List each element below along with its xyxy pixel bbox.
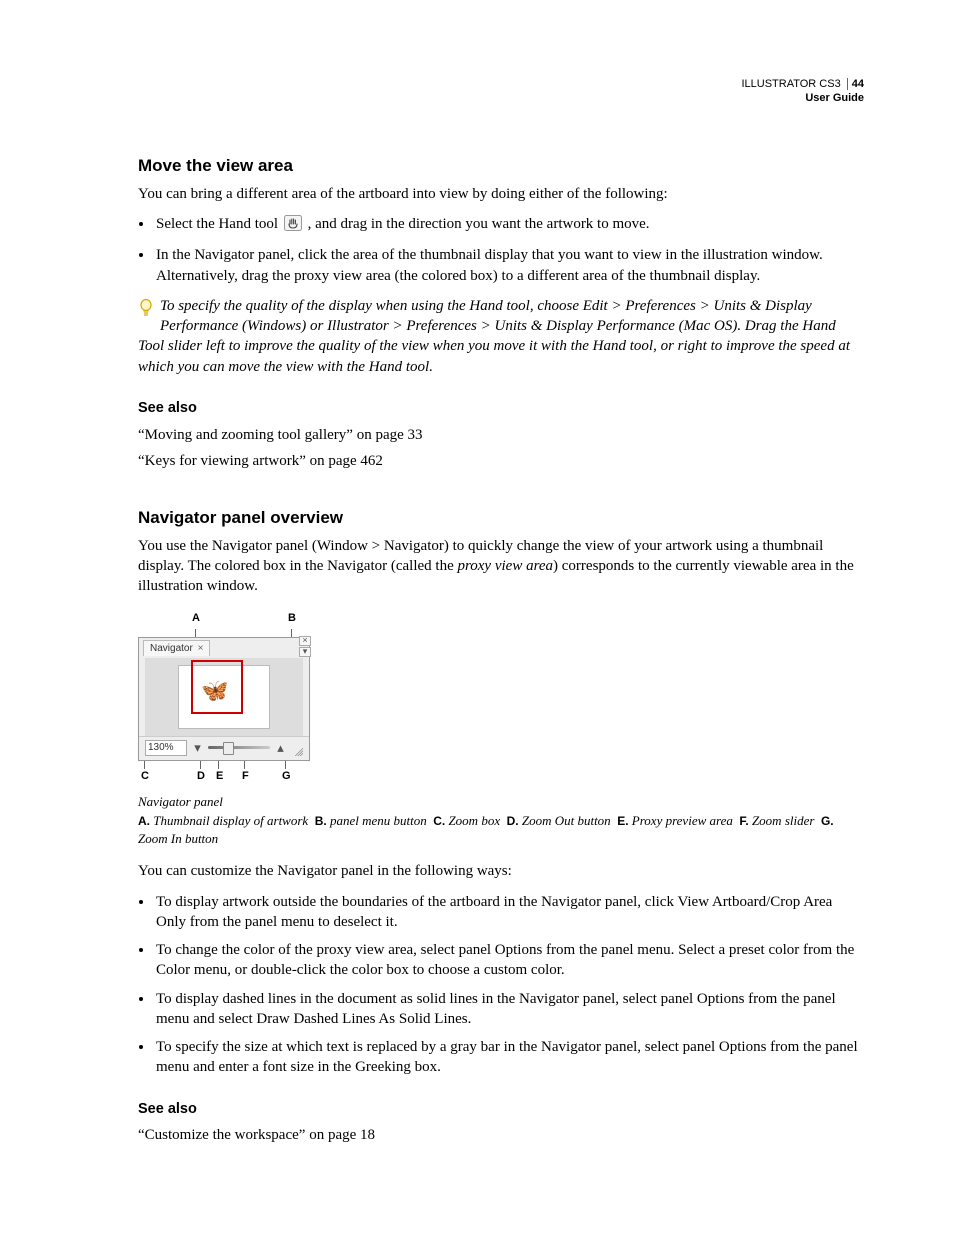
see-also-link[interactable]: “Moving and zooming tool gallery” on pag… [138,425,864,445]
see-also-heading: See also [138,1100,864,1120]
bullet-text: , and drag in the direction you want the… [308,216,650,232]
legend-text: Proxy preview area [632,813,733,828]
legend-text: Zoom Out button [522,813,611,828]
slider-thumb[interactable] [223,742,234,755]
section2-intro: You use the Navigator panel (Window > Na… [138,536,864,597]
legend-text: panel menu button [330,813,427,828]
header-product: ILLUSTRATOR CS3 [741,78,840,90]
section2-list: To display artwork outside the boundarie… [138,892,864,1078]
callout-label: G [282,769,291,784]
list-item: To display dashed lines in the document … [154,989,864,1030]
artwork-thumbnail: 🦋 [201,680,228,702]
section-heading-move-view: Move the view area [138,155,864,178]
callout-label: D [197,769,205,784]
tip-text: To specify the quality of the display wh… [138,298,850,375]
section1-list: Select the Hand tool , and drag in the d… [138,214,864,286]
header-page-number: 44 [847,78,864,90]
tab-close-icon[interactable]: × [198,643,204,654]
header-subtitle: User Guide [741,92,864,106]
see-also-link[interactable]: “Customize the workspace” on page 18 [138,1125,864,1145]
thumbnail-display[interactable]: 🦋 [145,658,303,736]
callout-label: C [141,769,149,784]
section1-intro: You can bring a different area of the ar… [138,184,864,204]
proxy-view-term: proxy view area [457,558,553,574]
navigator-panel: × ▾ Navigator × 🦋 130% [138,637,310,761]
list-item: To display artwork outside the boundarie… [154,892,864,933]
callout-label: F [242,769,249,784]
zoom-box[interactable]: 130% [145,740,187,756]
list-item: Select the Hand tool , and drag in the d… [154,214,864,237]
zoom-in-icon[interactable]: ▴ [274,741,287,754]
callout-label: E [216,769,223,784]
see-also-link[interactable]: “Keys for viewing artwork” on page 462 [138,451,864,471]
close-icon[interactable]: × [299,636,311,646]
list-item: In the Navigator panel, click the area o… [154,245,864,286]
figure-caption: Navigator panel [138,793,864,811]
legend-text: Zoom In button [138,831,218,846]
section2-customize-intro: You can customize the Navigator panel in… [138,861,864,881]
see-also-heading: See also [138,399,864,419]
tab-label: Navigator [150,643,193,654]
panel-menu-icon[interactable]: ▾ [299,647,311,657]
hand-tool-icon [284,215,302,237]
resize-grip-icon[interactable] [293,746,303,756]
list-item: To specify the size at which text is rep… [154,1037,864,1078]
page-header: ILLUSTRATOR CS3 44 User Guide [741,78,864,106]
callout-label: B [288,611,296,626]
legend-text: Zoom slider [752,813,814,828]
tip-paragraph: To specify the quality of the display wh… [138,296,864,377]
section-heading-navigator: Navigator panel overview [138,507,864,530]
navigator-figure: A B × ▾ Navigator × [138,611,314,787]
zoom-out-icon[interactable]: ▾ [191,741,204,754]
callout-label: A [192,611,200,626]
zoom-slider[interactable] [208,746,270,749]
list-item: To change the color of the proxy view ar… [154,940,864,981]
bullet-text: Select the Hand tool [156,216,282,232]
legend-text: Thumbnail display of artwork [153,813,308,828]
legend-text: Zoom box [448,813,500,828]
lightbulb-icon [138,298,154,324]
navigator-tab[interactable]: Navigator × [143,640,210,657]
figure-legend: A. Thumbnail display of artwork B. panel… [138,812,864,847]
